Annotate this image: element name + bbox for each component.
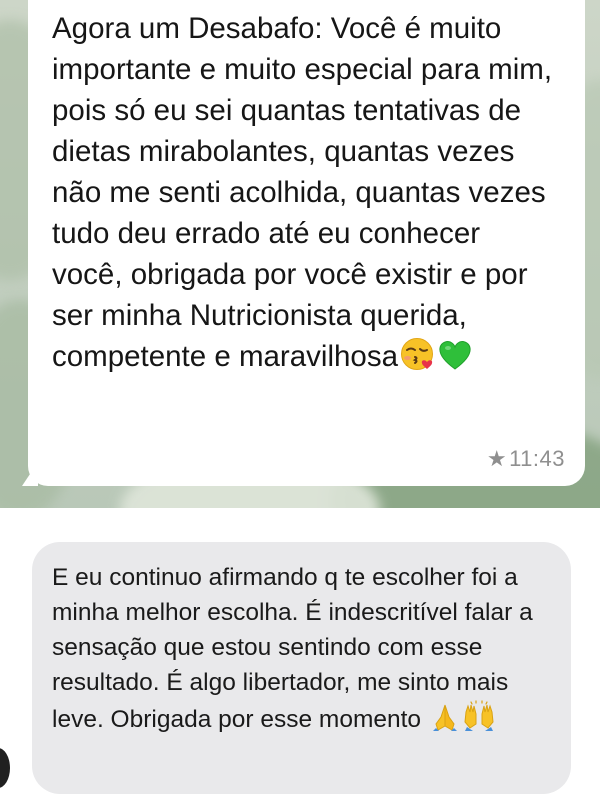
green-heart-icon: [438, 339, 472, 382]
message-text: Agora um Desabafo: Você é muito importan…: [52, 12, 553, 373]
kissing-face-with-heart-icon: [400, 337, 436, 382]
imessage-chat-area: E eu continuo afirmando q te escolher fo…: [0, 508, 600, 809]
message-time: 11:43: [509, 446, 565, 471]
incoming-message-bubble[interactable]: E eu continuo afirmando q te escolher fo…: [32, 542, 571, 794]
star-icon: ★: [486, 446, 508, 471]
raising-hands-icon: [462, 700, 496, 742]
folded-hands-icon: [430, 702, 460, 742]
avatar: [0, 748, 10, 788]
whatsapp-chat-area: Agora um Desabafo: Você é muito importan…: [0, 0, 600, 508]
message-text-wrap: E eu continuo afirmando q te escolher fo…: [52, 560, 549, 742]
message-text-wrap: Agora um Desabafo: Você é muito importan…: [52, 8, 555, 382]
incoming-message-bubble[interactable]: Agora um Desabafo: Você é muito importan…: [28, 0, 585, 486]
message-text: E eu continuo afirmando q te escolher fo…: [52, 564, 533, 733]
message-timestamp: ★11:43: [487, 446, 565, 472]
